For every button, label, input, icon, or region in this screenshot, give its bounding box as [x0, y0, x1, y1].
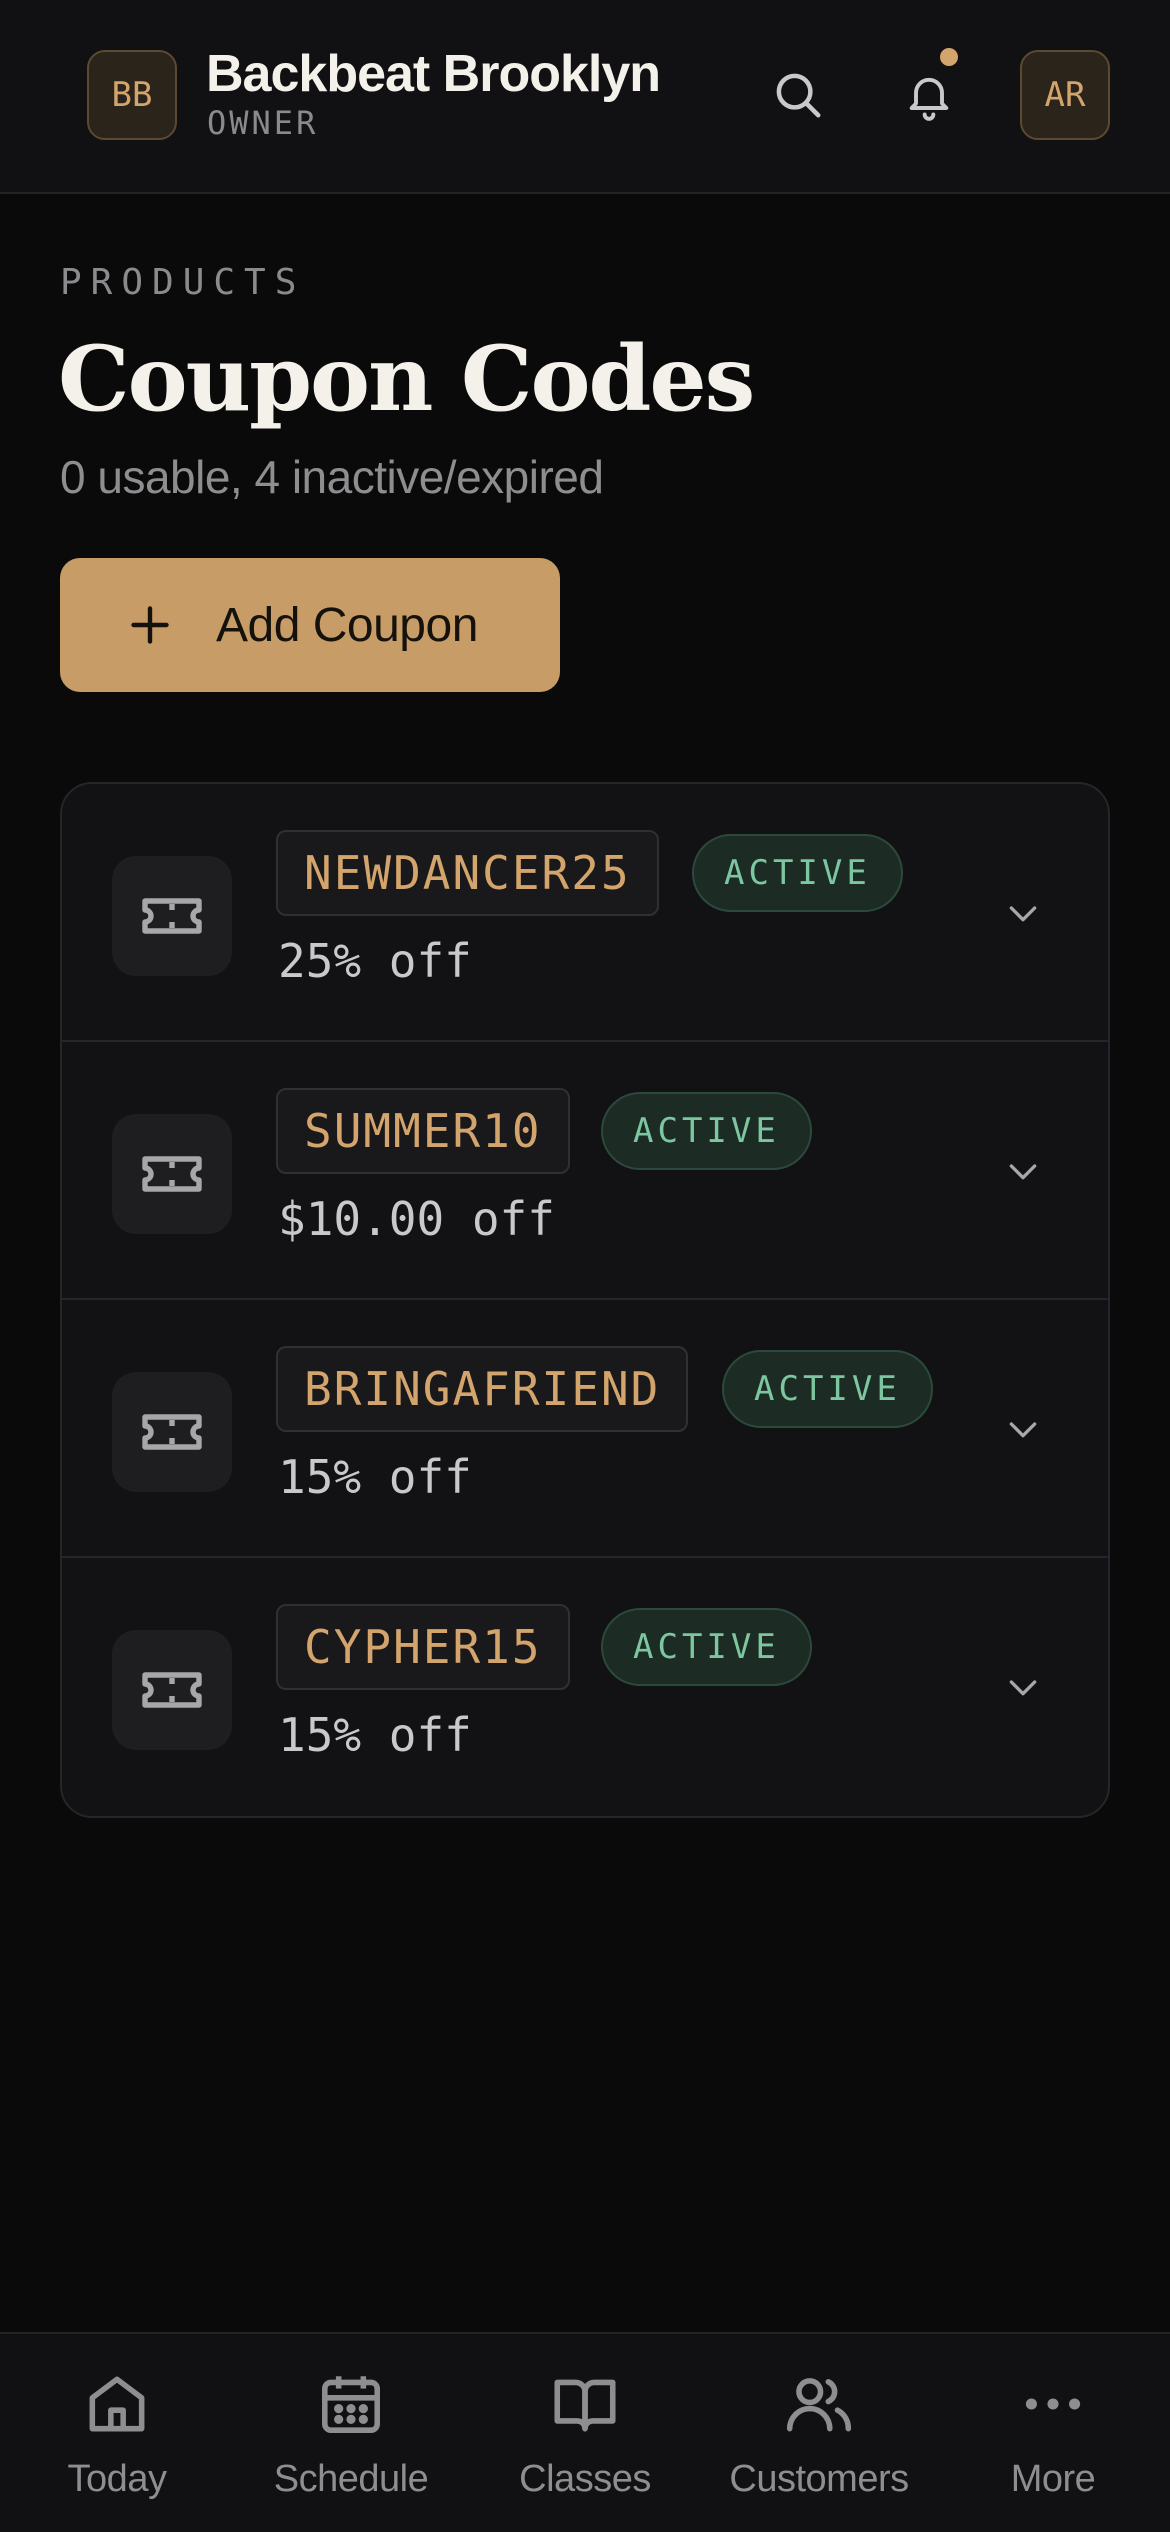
- coupon-row[interactable]: CYPHER15 ACTIVE 15% off: [62, 1558, 1108, 1816]
- status-badge: ACTIVE: [692, 834, 903, 912]
- expand-button[interactable]: [1000, 1664, 1046, 1710]
- coupon-discount: 15% off: [278, 1450, 472, 1504]
- coupon-code: BRINGAFRIEND: [276, 1346, 689, 1432]
- home-icon: [89, 2376, 145, 2432]
- ticket-icon: [142, 1672, 202, 1708]
- nav-label: Customers: [729, 2458, 909, 2500]
- coupon-discount: 25% off: [278, 934, 472, 988]
- studio-avatar[interactable]: BB: [87, 50, 177, 140]
- nav-label: Today: [67, 2458, 167, 2500]
- chevron-down-icon: [1009, 906, 1037, 922]
- nav-label: Schedule: [273, 2458, 429, 2500]
- plus-icon: [131, 606, 169, 644]
- status-badge: ACTIVE: [601, 1092, 812, 1170]
- search-icon: [776, 73, 821, 118]
- page-title: Coupon Codes: [58, 326, 755, 432]
- chevron-down-icon: [1009, 1164, 1037, 1180]
- users-icon: [786, 2378, 852, 2432]
- notification-dot: [940, 48, 958, 66]
- coupon-code: NEWDANCER25: [276, 830, 659, 916]
- coupon-thumb: [112, 1630, 232, 1750]
- add-coupon-button[interactable]: Add Coupon: [60, 558, 560, 692]
- coupon-discount: 15% off: [278, 1708, 472, 1762]
- notifications-button[interactable]: [886, 52, 972, 138]
- studio-role: OWNER: [207, 104, 319, 142]
- ticket-icon: [142, 1414, 202, 1450]
- coupon-list: NEWDANCER25 ACTIVE 25% off SUMMER10 ACTI…: [60, 782, 1110, 1818]
- nav-item-more[interactable]: More: [936, 2334, 1170, 2532]
- chevron-down-icon: [1009, 1680, 1037, 1696]
- coupon-row[interactable]: BRINGAFRIEND ACTIVE 15% off: [62, 1300, 1108, 1558]
- search-button[interactable]: [755, 52, 841, 138]
- nav-item-schedule[interactable]: Schedule: [234, 2334, 468, 2532]
- coupon-thumb: [112, 1114, 232, 1234]
- coupon-thumb: [112, 856, 232, 976]
- nav-item-customers[interactable]: Customers: [702, 2334, 936, 2532]
- studio-name[interactable]: Backbeat Brooklyn: [206, 44, 661, 104]
- coupon-row[interactable]: NEWDANCER25 ACTIVE 25% off: [62, 784, 1108, 1042]
- nav-item-today[interactable]: Today: [0, 2334, 234, 2532]
- status-badge: ACTIVE: [722, 1350, 933, 1428]
- bell-icon: [909, 77, 949, 121]
- ticket-icon: [142, 1156, 202, 1192]
- coupon-code: CYPHER15: [276, 1604, 570, 1690]
- nav-item-classes[interactable]: Classes: [468, 2334, 702, 2532]
- book-icon: [554, 2379, 616, 2432]
- more-icon: [1025, 2398, 1081, 2410]
- expand-button[interactable]: [1000, 1406, 1046, 1452]
- add-coupon-label: Add Coupon: [216, 598, 478, 652]
- expand-button[interactable]: [1000, 890, 1046, 936]
- coupon-code: SUMMER10: [276, 1088, 570, 1174]
- coupon-thumb: [112, 1372, 232, 1492]
- user-avatar[interactable]: AR: [1020, 50, 1110, 140]
- chevron-down-icon: [1009, 1422, 1037, 1438]
- nav-label: Classes: [519, 2458, 651, 2500]
- calendar-icon: [322, 2376, 380, 2433]
- bottom-nav: Today Schedule Classes Customers More: [0, 2332, 1170, 2532]
- status-badge: ACTIVE: [601, 1608, 812, 1686]
- coupon-row[interactable]: SUMMER10 ACTIVE $10.00 off: [62, 1042, 1108, 1300]
- expand-button[interactable]: [1000, 1148, 1046, 1194]
- app: BB Backbeat Brooklyn OWNER AR PRODUCTS C…: [0, 0, 1170, 2532]
- ticket-icon: [142, 898, 202, 934]
- nav-label: More: [1010, 2458, 1096, 2500]
- section-eyebrow: PRODUCTS: [60, 262, 306, 303]
- coupon-discount: $10.00 off: [278, 1192, 555, 1246]
- page-subtitle: 0 usable, 4 inactive/expired: [60, 451, 604, 503]
- top-bar: BB Backbeat Brooklyn OWNER AR: [0, 0, 1170, 194]
